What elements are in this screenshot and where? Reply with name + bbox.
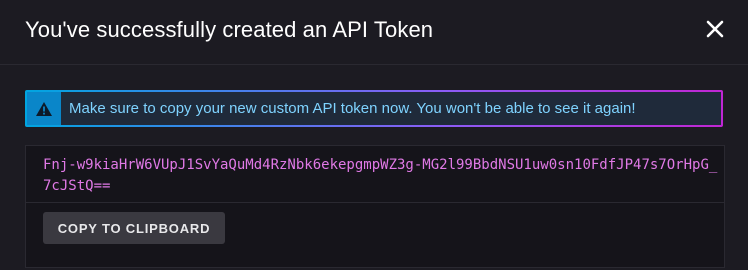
alert-message: Make sure to copy your new custom API to… bbox=[69, 100, 636, 117]
divider bbox=[26, 202, 724, 203]
alert-icon-box bbox=[27, 92, 61, 125]
close-button[interactable] bbox=[700, 14, 730, 44]
dialog-header: You've successfully created an API Token bbox=[0, 0, 748, 65]
close-icon bbox=[706, 20, 724, 38]
warning-alert: Make sure to copy your new custom API to… bbox=[25, 90, 723, 127]
warning-triangle-icon bbox=[36, 101, 52, 116]
api-token-dialog: You've successfully created an API Token… bbox=[0, 0, 748, 270]
dialog-title: You've successfully created an API Token bbox=[25, 17, 434, 42]
api-token-value[interactable]: Fnj-w9kiaHrW6VUpJ1SvYaQuMd4RzNbk6ekepgmp… bbox=[43, 155, 723, 197]
copy-to-clipboard-button[interactable]: COPY TO CLIPBOARD bbox=[43, 212, 225, 244]
dialog-body: Make sure to copy your new custom API to… bbox=[0, 65, 748, 270]
token-panel: Fnj-w9kiaHrW6VUpJ1SvYaQuMd4RzNbk6ekepgmp… bbox=[25, 145, 725, 268]
